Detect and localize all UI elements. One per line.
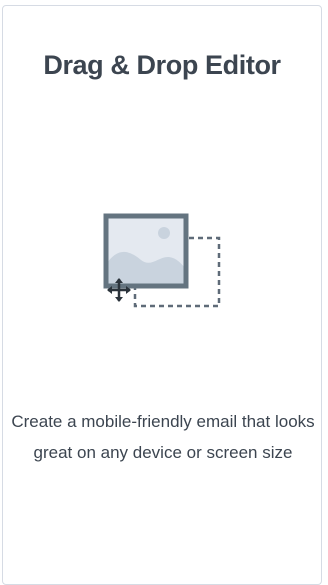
drag-drop-editor-card[interactable]: Drag & Drop Editor Create a mobile-frien… [2, 5, 322, 585]
drag-and-drop-image-icon [103, 213, 221, 308]
card-title: Drag & Drop Editor [43, 50, 281, 80]
image-sun [158, 227, 170, 239]
card-description: Create a mobile-friendly email that look… [11, 412, 315, 462]
